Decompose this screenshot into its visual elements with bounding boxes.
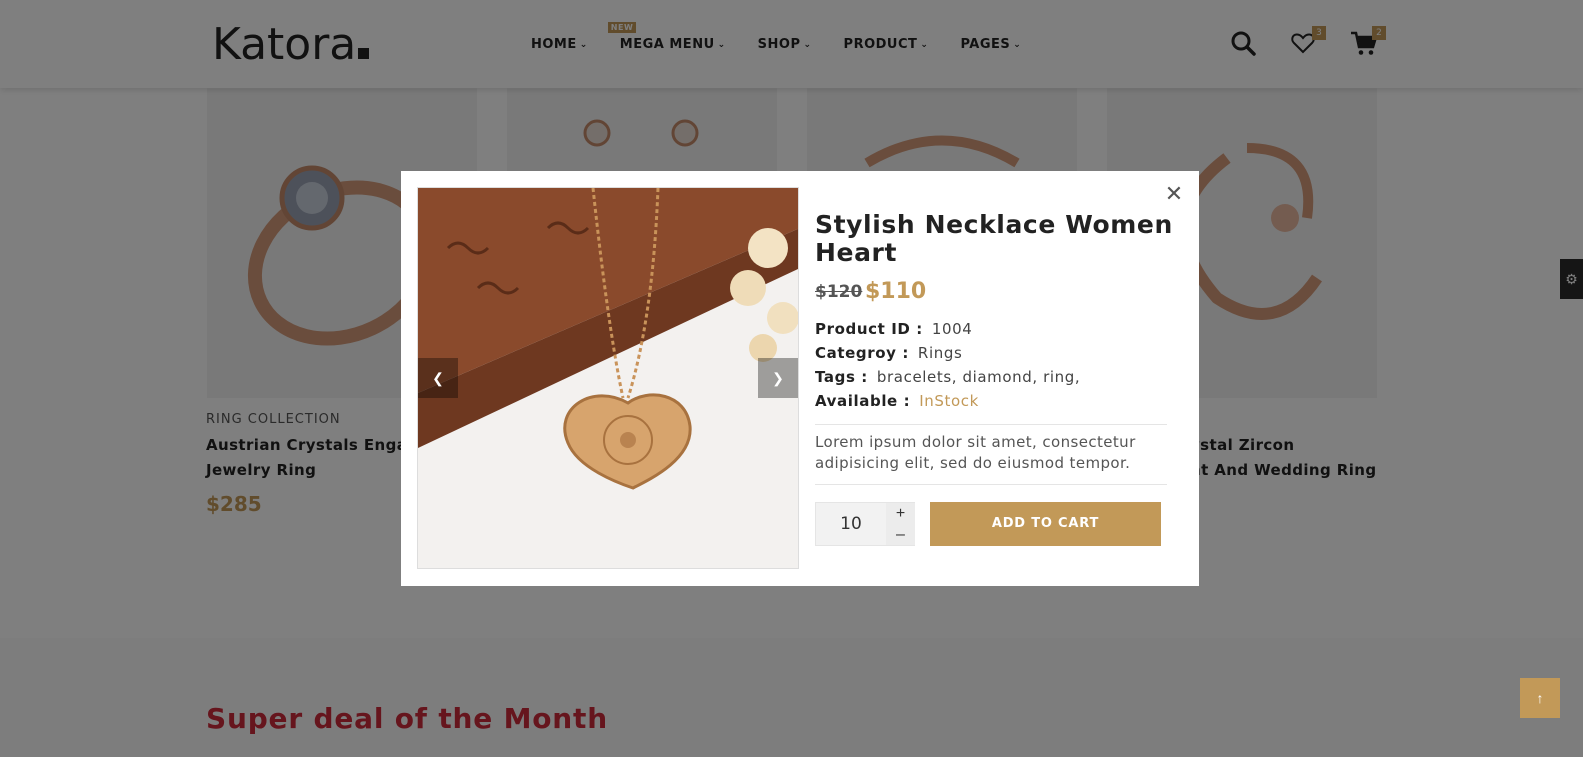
tags-row: Tags : bracelets, diamond, ring, (815, 368, 1081, 386)
necklace-image (418, 188, 798, 568)
divider (815, 484, 1167, 485)
category-row: Categroy : Rings (815, 344, 963, 362)
quantity-input[interactable] (816, 503, 886, 545)
quantity-decrease-button[interactable]: – (886, 524, 915, 545)
product-description: Lorem ipsum dolor sit amet, consectetur … (815, 433, 1136, 472)
product-image-slider[interactable]: ❮ ❯ (417, 187, 799, 569)
product-id-row: Product ID :1004 (815, 320, 973, 338)
product-title: Stylish Necklace Women Heart (815, 210, 1173, 267)
quantity-increase-button[interactable]: + (886, 503, 915, 524)
divider (815, 424, 1167, 425)
scroll-to-top-button[interactable]: ↑ (1520, 678, 1560, 718)
chevron-left-icon[interactable]: ❮ (418, 358, 458, 398)
availability-row: Available : InStock (815, 392, 979, 410)
close-icon[interactable]: ✕ (1164, 183, 1184, 205)
old-price: $120 (815, 282, 863, 302)
quick-view-modal: ✕ ❮ ❯ Stylish Necklace Women Heart $120 … (401, 171, 1199, 586)
stock-status: InStock (919, 392, 979, 410)
current-price: $110 (865, 279, 927, 304)
quantity-stepper: + – (815, 502, 915, 546)
arrow-up-icon: ↑ (1536, 690, 1544, 706)
add-to-cart-button[interactable]: ADD TO CART (930, 502, 1161, 546)
chevron-right-icon[interactable]: ❯ (758, 358, 798, 398)
